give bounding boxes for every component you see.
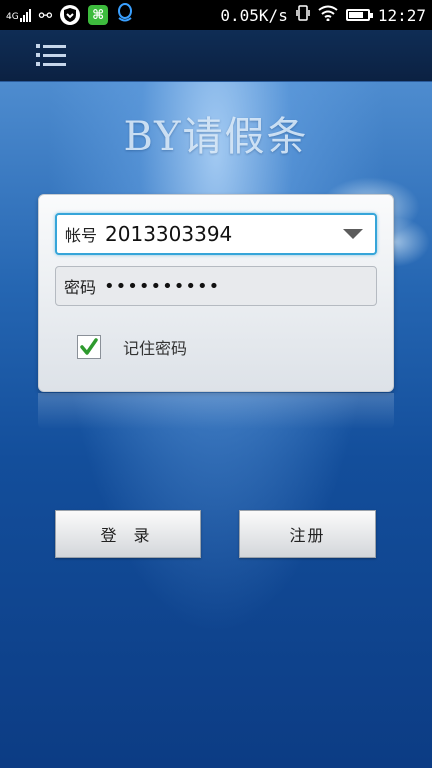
password-field[interactable]: 密码 •••••••••• (55, 266, 377, 306)
menu-row (36, 62, 66, 66)
password-input[interactable]: •••••••••• (104, 276, 220, 297)
app-bar (0, 30, 432, 82)
qq-icon (116, 3, 134, 27)
register-button[interactable]: 注册 (239, 510, 376, 558)
signal-bar (22, 14, 25, 22)
card-reflection (38, 393, 394, 429)
menu-line (43, 62, 66, 66)
network-type: 4G (6, 11, 19, 22)
menu-dot (36, 62, 40, 66)
vibrate-icon (296, 4, 310, 26)
status-left: 4G ⚯ ⌘ (6, 3, 134, 27)
remember-password-row: 记住密码 (77, 335, 187, 359)
clock: 12:27 (377, 5, 426, 25)
signal-icon: 4G (6, 8, 31, 22)
menu-dot (36, 44, 40, 48)
menu-icon[interactable] (36, 44, 66, 68)
menu-line (43, 44, 66, 48)
menu-row (36, 44, 66, 48)
signal-bar (25, 11, 28, 22)
account-field[interactable]: 帐号 2013303394 (55, 213, 377, 255)
wifi-icon (318, 5, 338, 25)
app-title: BY请假条 (123, 114, 309, 160)
login-card: 帐号 2013303394 密码 •••••••••• 记住密码 (38, 194, 394, 392)
status-right: 0.05K/s 12:27 (220, 4, 426, 26)
signal-bar (28, 8, 31, 22)
login-button[interactable]: 登 录 (55, 510, 201, 558)
status-bar: 4G ⚯ ⌘ 0.05K/s 12:27 (0, 0, 432, 30)
password-label: 密码 (64, 278, 97, 297)
remember-password-label: 记住密码 (123, 339, 188, 358)
usb-icon: ⚯ (38, 5, 53, 25)
menu-line (43, 53, 66, 57)
battery-fill (348, 12, 363, 18)
remember-password-checkbox[interactable] (77, 335, 101, 359)
dropdown-arrow-icon[interactable] (343, 229, 363, 239)
menu-row (36, 53, 66, 57)
app-icon: ⌘ (88, 5, 109, 25)
menu-dot (36, 53, 40, 57)
battery-icon (345, 9, 373, 21)
shield-icon (60, 5, 81, 25)
account-label: 帐号 (65, 226, 98, 245)
account-input[interactable]: 2013303394 (105, 222, 232, 246)
checkmark-icon (80, 338, 98, 355)
signal-bar (19, 17, 22, 22)
network-speed: 0.05K/s (220, 5, 288, 25)
